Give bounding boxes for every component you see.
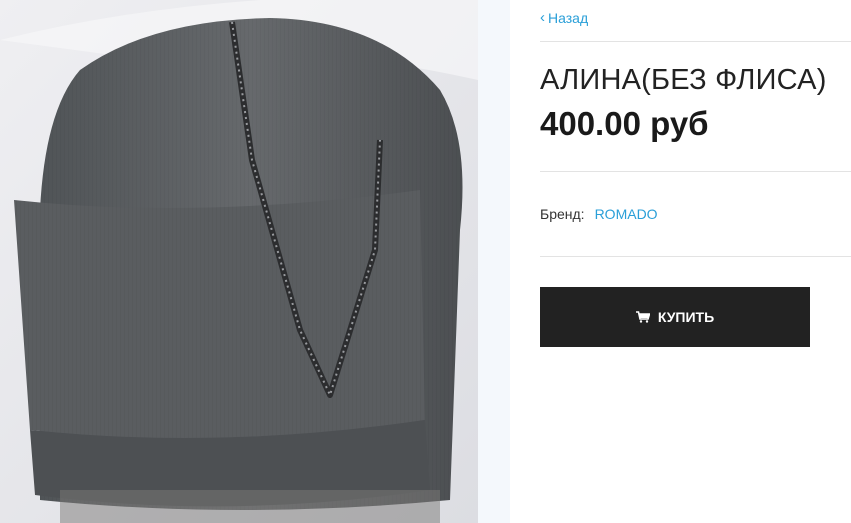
divider xyxy=(540,41,851,42)
brand-label: Бренд: xyxy=(540,206,585,222)
product-price: 400.00 руб xyxy=(540,105,709,142)
image-gutter xyxy=(478,0,510,523)
chevron-left-icon: ‹ xyxy=(540,8,545,26)
product-image xyxy=(0,0,478,523)
divider xyxy=(540,171,851,172)
cart-icon xyxy=(635,311,650,323)
divider xyxy=(540,256,851,257)
product-title: АЛИНА(БЕЗ ФЛИСА) xyxy=(540,64,827,96)
brand-link[interactable]: ROMADO xyxy=(595,206,658,222)
back-link-label: Назад xyxy=(548,10,589,26)
buy-button-label: КУПИТЬ xyxy=(657,309,715,325)
brand-row: Бренд: ROMADO xyxy=(540,206,658,222)
hat-photo xyxy=(0,0,478,523)
buy-button[interactable]: КУПИТЬ xyxy=(540,287,810,347)
back-link[interactable]: ‹ Назад xyxy=(540,8,589,27)
